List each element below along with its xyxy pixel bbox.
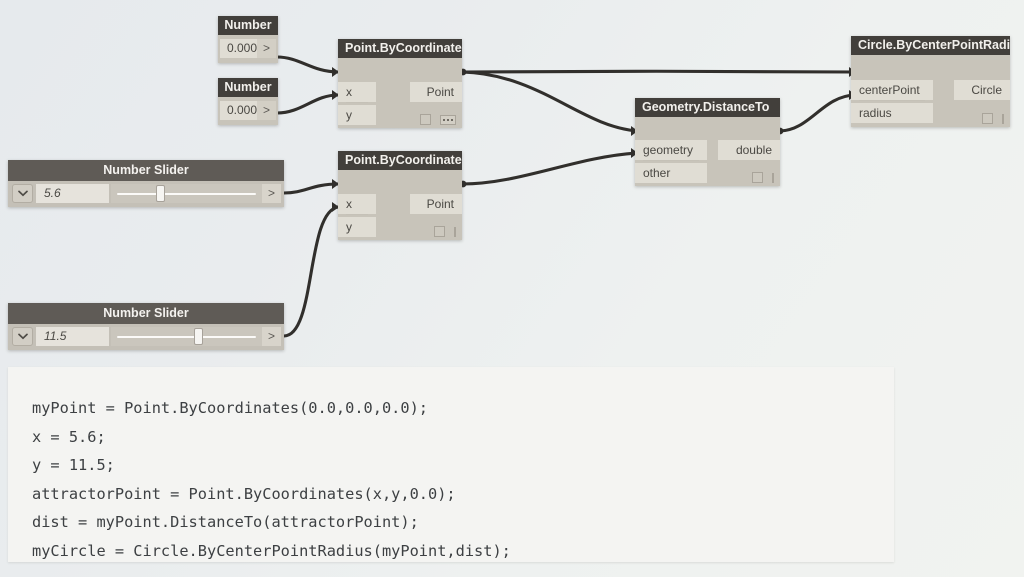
node-title: Number [218,78,278,97]
slider-track-area[interactable] [111,326,262,346]
slider-value-field[interactable]: 5.6 [36,183,109,203]
preview-toggle-icon[interactable] [982,113,994,124]
input-port-x[interactable]: x [338,194,376,214]
chevron-right-icon[interactable]: > [262,326,281,346]
chevron-right-icon[interactable]: > [257,39,276,58]
input-port-x[interactable]: x [338,82,376,102]
lacing-bar-icon[interactable] [454,226,456,237]
wire-point2-to-distanceto-other [460,151,639,186]
node-title: Number [218,16,278,35]
slider-track-area[interactable] [111,183,262,203]
wire-number2-to-point1-y [275,93,340,115]
code-block-panel[interactable]: myPoint = Point.ByCoordinates(0.0,0.0,0.… [8,367,894,562]
wire-point1-to-distanceto-geometry [460,70,639,133]
input-port-radius[interactable]: radius [851,103,933,123]
number-value-row[interactable]: 0.000 > [218,35,278,63]
node-number-2[interactable]: Number 0.000 > [218,78,278,125]
number-input-field[interactable]: 0.000 [220,39,258,58]
chevron-down-icon[interactable] [12,326,33,346]
preview-toggle-icon[interactable] [752,172,764,183]
number-value-row[interactable]: 0.000 > [218,97,278,125]
node-title: Number Slider [8,160,284,181]
wire-number1-to-point1-x [275,55,340,74]
node-number-slider-x[interactable]: Number Slider 5.6 > [8,160,284,207]
dynamo-graph-canvas[interactable]: Number 0.000 > Number 0.000 > Point.ByCo… [0,0,1024,577]
lacing-bar-icon[interactable] [1002,113,1004,124]
lacing-dots-icon[interactable] [440,114,456,125]
input-port-y[interactable]: y [338,105,376,125]
wire-slider-x-to-point2-x [282,182,340,195]
node-title: Point.ByCoordinates [338,39,462,58]
node-circle-bycenterpointradius[interactable]: Circle.ByCenterPointRadius centerPoint r… [851,36,1010,127]
input-port-other[interactable]: other [635,163,707,183]
node-title: Number Slider [8,303,284,324]
preview-toggle-icon[interactable] [420,114,431,125]
chevron-down-icon[interactable] [12,183,33,203]
slider-value-field[interactable]: 11.5 [36,326,109,346]
node-body: x y Point [338,58,462,128]
slider-track [117,335,256,338]
slider-thumb[interactable] [156,184,166,202]
output-port-circle[interactable]: Circle [954,80,1010,100]
slider-thumb[interactable] [194,327,204,345]
wire-point1-to-circle-centerpoint [460,69,857,74]
node-number-1[interactable]: Number 0.000 > [218,16,278,63]
chevron-right-icon[interactable]: > [262,183,281,203]
node-body: x y Point [338,170,462,240]
slider-row[interactable]: 11.5 > [8,324,284,350]
code-block-text[interactable]: myPoint = Point.ByCoordinates(0.0,0.0,0.… [8,367,894,566]
node-title: Geometry.DistanceTo [635,98,780,117]
node-title: Circle.ByCenterPointRadius [851,36,1010,55]
preview-toggle-icon[interactable] [434,226,446,237]
wire-distanceto-to-circle-radius [777,93,857,133]
port-divider [346,102,368,103]
slider-row[interactable]: 5.6 > [8,181,284,207]
slider-track [117,192,256,195]
input-port-y[interactable]: y [338,217,376,237]
node-point-bycoordinates-2[interactable]: Point.ByCoordinates x y Point [338,151,462,240]
input-port-centerpoint[interactable]: centerPoint [851,80,933,100]
input-port-geometry[interactable]: geometry [635,140,707,160]
number-input-field[interactable]: 0.000 [220,101,258,120]
node-footer [434,226,456,237]
port-divider [859,100,925,101]
node-footer [982,113,1004,124]
node-title: Point.ByCoordinates [338,151,462,170]
lacing-bar-icon[interactable] [772,172,774,183]
output-port-point[interactable]: Point [410,82,462,102]
output-port-double[interactable]: double [718,140,780,160]
node-footer [752,172,774,183]
node-geometry-distanceto[interactable]: Geometry.DistanceTo geometry other doubl… [635,98,780,186]
output-port-point[interactable]: Point [410,194,462,214]
node-footer [420,114,456,125]
wire-slider-y-to-point2-y [282,205,340,338]
node-number-slider-y[interactable]: Number Slider 11.5 > [8,303,284,350]
node-body: centerPoint radius Circle [851,55,1010,127]
node-point-bycoordinates-1[interactable]: Point.ByCoordinates x y Point [338,39,462,128]
port-divider [643,160,699,161]
node-body: geometry other double [635,117,780,186]
chevron-right-icon[interactable]: > [257,101,276,120]
port-divider [346,214,368,215]
